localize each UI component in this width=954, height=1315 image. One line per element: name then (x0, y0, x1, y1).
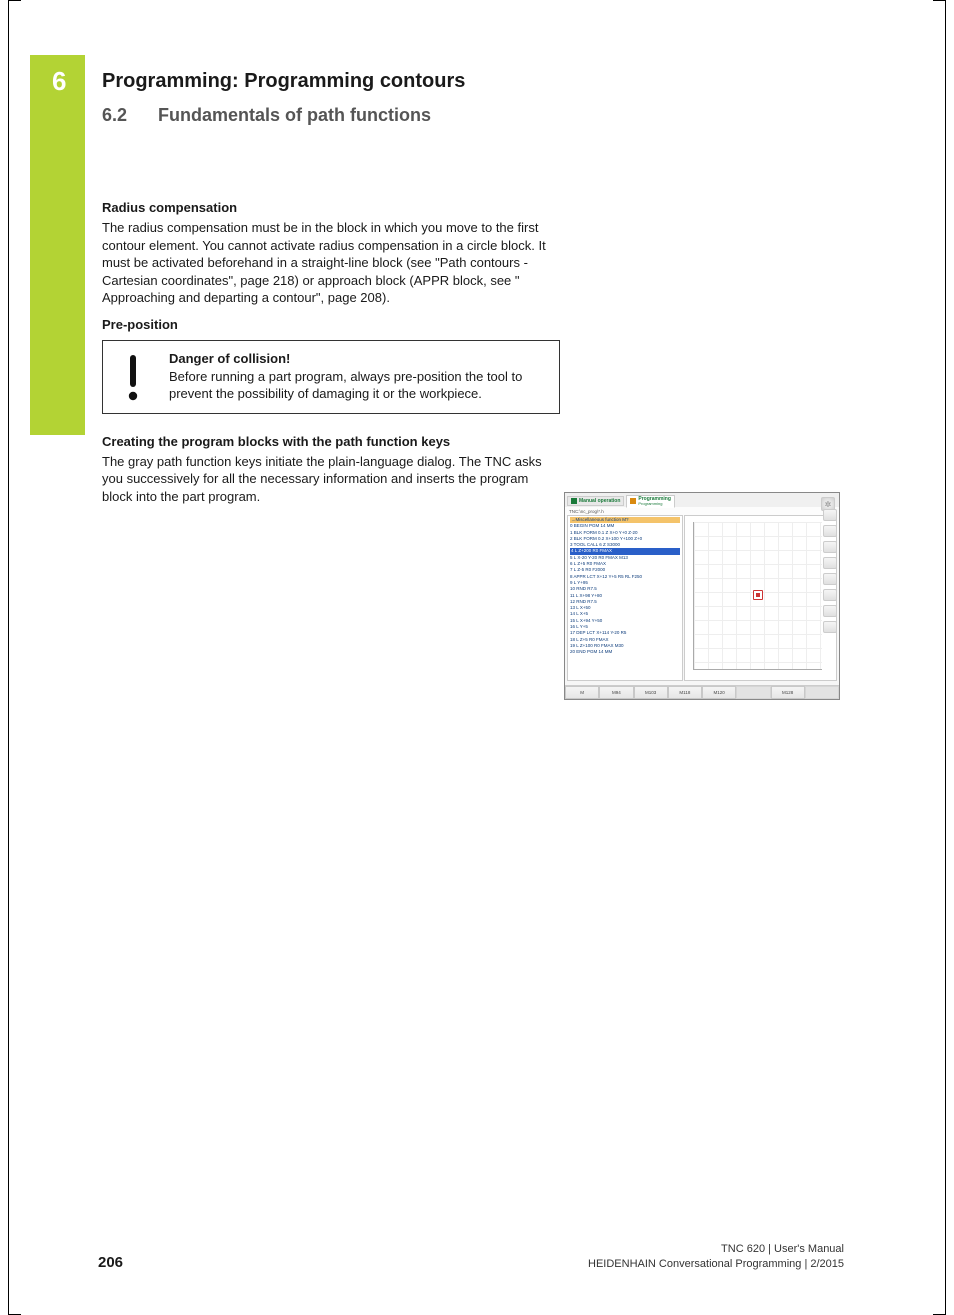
fig-code-panel: →Miscellaneous function M? 0 BEGIN PGM 1… (567, 515, 683, 681)
fig-right-buttons (823, 509, 837, 633)
exclamation-icon (126, 355, 140, 401)
paragraph-radius-compensation: The radius compensation must be in the b… (102, 219, 560, 307)
softkey-m118: M118 (668, 686, 702, 699)
softkey-m: M (565, 686, 599, 699)
tab-manual-operation: Manual operation (567, 496, 624, 506)
softkey-m103: M103 (634, 686, 668, 699)
body-column: Radius compensation The radius compensat… (102, 200, 560, 515)
paragraph-creating-program-blocks: The gray path function keys initiate the… (102, 453, 560, 506)
callout-title: Danger of collision! (169, 351, 547, 366)
fig-path: TNC:\nc_prog\*.h (565, 507, 839, 515)
danger-callout: Danger of collision! Before running a pa… (102, 340, 560, 414)
section-title: Fundamentals of path functions (158, 105, 431, 126)
page-footer: 206 TNC 620 | User's Manual HEIDENHAIN C… (98, 1242, 844, 1271)
tnc-screenshot: Manual operation Programming Programming… (564, 492, 840, 700)
heading-pre-position: Pre-position (102, 317, 560, 332)
footer-line-1: TNC 620 | User's Manual (588, 1242, 844, 1256)
plot-marker-icon (753, 590, 763, 600)
softkey-m128: M128 (771, 686, 805, 699)
softkey-m120: M120 (702, 686, 736, 699)
fig-plot-panel (684, 515, 837, 681)
tab-programming: Programming Programming (626, 495, 675, 508)
fig-topbar: Manual operation Programming Programming (565, 493, 839, 507)
section-number: 6.2 (102, 105, 127, 126)
chapter-number: 6 (52, 66, 66, 97)
softkey-m94: M94 (599, 686, 633, 699)
callout-body: Before running a part program, always pr… (169, 368, 547, 403)
chapter-title: Programming: Programming contours (102, 70, 465, 93)
softkey-empty-2 (805, 686, 839, 699)
fig-softkey-row: M M94 M103 M118 M120 M128 (565, 685, 839, 699)
heading-creating-program-blocks: Creating the program blocks with the pat… (102, 434, 560, 449)
page-number: 206 (98, 1254, 123, 1271)
softkey-empty-1 (736, 686, 770, 699)
chapter-sidebar (30, 55, 85, 435)
heading-radius-compensation: Radius compensation (102, 200, 560, 215)
footer-line-2: HEIDENHAIN Conversational Programming | … (588, 1257, 844, 1271)
